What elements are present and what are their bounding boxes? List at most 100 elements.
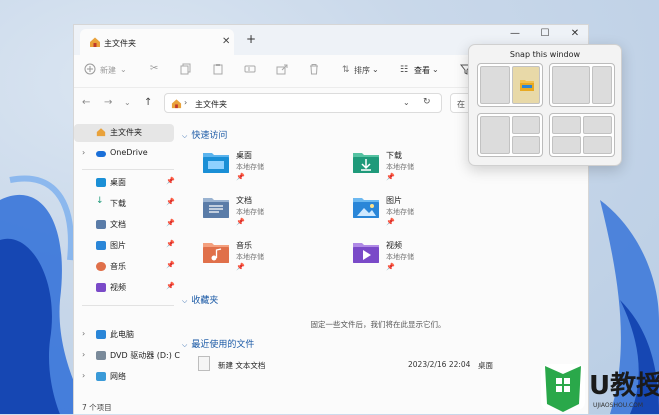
home-icon xyxy=(171,99,182,109)
close-tab-icon[interactable]: ✕ xyxy=(222,36,230,47)
new-dropdown-icon[interactable]: ⌄ xyxy=(120,65,127,74)
pictures-folder-icon xyxy=(353,198,379,218)
quick-access-videos[interactable]: 视频 本地存储 📌 xyxy=(352,239,502,275)
forward-icon[interactable]: → xyxy=(104,97,112,108)
paste-icon[interactable] xyxy=(212,63,224,75)
sidebar-item-label: 主文件夹 xyxy=(110,128,142,137)
view-icon: ☷ xyxy=(400,65,409,75)
pin-icon: 📌 xyxy=(386,173,395,181)
sidebar-item-downloads[interactable]: ↓ 下载 📌 xyxy=(74,196,176,212)
snap-layout-wide-narrow xyxy=(549,63,615,107)
sidebar-item-pictures[interactable]: 图片 📌 xyxy=(74,238,176,254)
snap-zone[interactable] xyxy=(592,66,612,104)
pin-icon: 📌 xyxy=(166,282,175,290)
favorites-empty-message: 固定一些文件后，我们将在此显示它们。 xyxy=(310,320,446,329)
snap-zone[interactable] xyxy=(552,136,581,154)
snap-zone[interactable] xyxy=(552,116,581,134)
chevron-right-icon[interactable]: › xyxy=(82,329,85,338)
chevron-right-icon[interactable]: › xyxy=(82,371,85,380)
sidebar-item-music[interactable]: 音乐 📌 xyxy=(74,259,176,275)
pin-icon: 📌 xyxy=(236,218,245,226)
up-icon[interactable]: ↑ xyxy=(144,97,152,108)
breadcrumb-path: 主文件夹 xyxy=(195,100,227,109)
share-icon[interactable] xyxy=(276,63,288,75)
refresh-icon[interactable]: ↻ xyxy=(423,97,431,107)
section-favorites[interactable]: ⌵ 收藏夹 xyxy=(182,293,218,306)
rename-icon[interactable] xyxy=(244,63,256,75)
chevron-right-icon[interactable]: › xyxy=(82,148,85,157)
sidebar-item-this-pc[interactable]: › 此电脑 xyxy=(74,327,176,343)
new-tab-button[interactable]: + xyxy=(246,32,256,46)
folder-icon xyxy=(520,80,534,91)
snap-zone[interactable] xyxy=(583,136,612,154)
quick-access-desktop[interactable]: 桌面 本地存储 📌 xyxy=(202,149,352,185)
sidebar-item-label: 网络 xyxy=(110,372,126,381)
sort-icon: ⇅ xyxy=(342,65,350,75)
snap-zone[interactable] xyxy=(480,66,510,104)
quick-access-pictures[interactable]: 图片 本地存储 📌 xyxy=(352,194,502,230)
item-location: 本地存储 xyxy=(236,208,264,216)
sidebar-item-desktop[interactable]: 桌面 📌 xyxy=(74,175,176,191)
pin-icon: 📌 xyxy=(166,219,175,227)
item-name: 文档 xyxy=(236,196,252,205)
address-bar[interactable]: › 主文件夹 ⌄ ↻ xyxy=(164,93,442,113)
quick-access-documents[interactable]: 文档 本地存储 📌 xyxy=(202,194,352,230)
document-icon xyxy=(96,220,106,229)
dvd-icon xyxy=(96,351,106,360)
sidebar-item-label: DVD 驱动器 (D:) C xyxy=(110,351,180,360)
downloads-folder-icon xyxy=(353,153,379,173)
sidebar-item-onedrive[interactable]: › OneDrive xyxy=(74,146,176,162)
back-icon[interactable]: ← xyxy=(82,97,90,108)
download-icon: ↓ xyxy=(96,196,104,206)
sidebar-item-label: 视频 xyxy=(110,283,126,292)
sort-dropdown-icon[interactable]: ⌄ xyxy=(372,65,379,74)
sidebar-item-label: 图片 xyxy=(110,241,126,250)
tab-home[interactable]: 主文件夹 ✕ xyxy=(80,29,234,55)
recent-file-row[interactable]: 新建 文本文档 2023/2/16 22:04 桌面 xyxy=(198,356,498,374)
home-icon xyxy=(96,128,106,137)
delete-icon[interactable] xyxy=(308,63,320,75)
pin-icon: 📌 xyxy=(236,263,245,271)
snap-zone[interactable] xyxy=(512,116,540,134)
desktop-folder-icon xyxy=(203,153,229,173)
snap-layouts-flyout: Snap this window xyxy=(468,44,622,166)
chevron-right-icon[interactable]: › xyxy=(82,350,85,359)
section-recent[interactable]: ⌵ 最近使用的文件 xyxy=(182,337,254,350)
section-quick-access[interactable]: ⌵ 快速访问 xyxy=(182,128,227,141)
sidebar-item-label: 文档 xyxy=(110,220,126,229)
sidebar-item-dvd[interactable]: › DVD 驱动器 (D:) C xyxy=(74,348,180,364)
close-window-button[interactable]: ✕ xyxy=(560,28,590,44)
breadcrumb-separator-icon: › xyxy=(184,98,188,107)
snap-zone[interactable] xyxy=(583,116,612,134)
content-pane: ⌵ 快速访问 桌面 本地存储 📌 下载 本地存储 📌 文档 本地存储 📌 图片 本… xyxy=(178,123,588,415)
address-dropdown-icon[interactable]: ⌄ xyxy=(403,98,410,107)
sidebar-item-network[interactable]: › 网络 xyxy=(74,369,176,385)
divider xyxy=(82,305,174,306)
quick-access-music[interactable]: 音乐 本地存储 📌 xyxy=(202,239,352,275)
sidebar-item-documents[interactable]: 文档 📌 xyxy=(74,217,176,233)
sidebar-item-home[interactable]: 主文件夹 xyxy=(74,125,176,141)
cut-icon[interactable]: ✂ xyxy=(150,63,158,74)
snap-zone[interactable] xyxy=(512,136,540,154)
view-dropdown-icon[interactable]: ⌄ xyxy=(432,65,439,74)
item-location: 本地存储 xyxy=(386,208,414,216)
item-name: 图片 xyxy=(386,196,402,205)
new-button[interactable]: 新建 xyxy=(100,65,116,76)
sort-button[interactable]: 排序 xyxy=(354,65,370,76)
item-location: 本地存储 xyxy=(236,163,264,171)
pin-icon: 📌 xyxy=(386,218,395,226)
minimize-button[interactable]: — xyxy=(500,28,530,44)
sidebar-item-videos[interactable]: 视频 📌 xyxy=(74,280,176,296)
maximize-button[interactable]: ☐ xyxy=(530,28,560,44)
snap-zone[interactable] xyxy=(480,116,510,154)
snap-zone-active[interactable] xyxy=(512,66,540,104)
recent-locations-icon[interactable]: ⌄ xyxy=(124,98,131,107)
tab-label: 主文件夹 xyxy=(104,39,136,48)
pc-icon xyxy=(96,330,106,339)
view-button[interactable]: 查看 xyxy=(414,65,430,76)
copy-icon[interactable] xyxy=(180,63,192,75)
snap-zone[interactable] xyxy=(552,66,590,104)
pin-icon: 📌 xyxy=(386,263,395,271)
snap-title: Snap this window xyxy=(509,50,581,59)
svg-text:UJIAOSHOU.COM: UJIAOSHOU.COM xyxy=(593,402,643,409)
